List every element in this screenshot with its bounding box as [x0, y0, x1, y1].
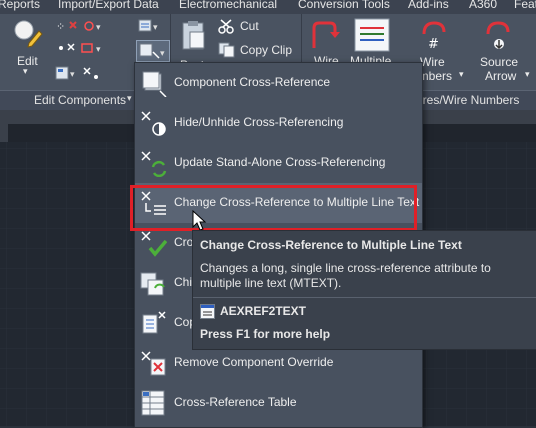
panel-label-edit-components: Edit Components	[34, 93, 127, 107]
arrow-label: Arrow	[485, 69, 517, 83]
svg-text:⁘: ⁘	[56, 20, 65, 33]
component-crossref-icon	[142, 71, 167, 97]
menu-item-label: Component Cross-Reference	[174, 75, 331, 89]
child-component-icon	[140, 272, 165, 296]
tab-reports[interactable]: Reports	[0, 0, 40, 11]
panel-expand-icon[interactable]: ▾	[127, 93, 132, 104]
wire-label-2: Wire	[420, 55, 445, 69]
tooltip-title: Change Cross-Reference to Multiple Line …	[200, 238, 462, 252]
tooltip-command-name: AEXREF2TEXT	[220, 304, 307, 318]
tooltip-description: Changes a long, single line cross-refere…	[200, 261, 491, 290]
command-icon	[200, 304, 215, 319]
menu-item-label: Remove Component Override	[174, 355, 334, 369]
menu-item-label: Chi	[174, 275, 193, 289]
move-component-icon[interactable]: ⁘ ▾	[56, 18, 104, 39]
menu-item-hide-unhide-cross-referencing[interactable]: Hide/Unhide Cross-Referencing	[135, 103, 422, 143]
tab-conversion-tools[interactable]: Conversion Tools	[298, 0, 390, 11]
source-label: Source	[480, 55, 519, 69]
highlight-box	[130, 185, 417, 231]
panel-label-wires: ires/Wire Numbers	[420, 93, 520, 107]
menu-item-label: Cro	[174, 235, 194, 249]
svg-text:▾: ▾	[153, 22, 158, 32]
cut-label[interactable]: Cut	[240, 19, 259, 33]
mouse-pointer-icon	[192, 210, 207, 231]
ribbon-tab-bar: Reports Import/Export Data Electromechan…	[0, 0, 536, 14]
copy-clip-label[interactable]: Copy Clip	[240, 43, 292, 57]
menu-item-cross-reference-table[interactable]: Cross-Reference Table	[135, 383, 422, 423]
wire-icon[interactable]	[310, 20, 340, 57]
wire-numbers-icon[interactable]: #	[420, 20, 450, 57]
svg-text:#: #	[428, 37, 439, 52]
tab-electromechanical[interactable]: Electromechanical	[179, 0, 277, 11]
copy-component-icon[interactable]: ▾	[56, 40, 104, 61]
cross-reference-dropdown-button[interactable]: ▾	[136, 40, 170, 62]
remove-override-icon	[141, 351, 166, 376]
svg-text:▾: ▾	[96, 22, 101, 32]
tooltip-divider	[193, 297, 536, 298]
svg-text:▾: ▾	[96, 44, 101, 54]
align-icon[interactable]: ▾	[54, 64, 106, 87]
tab-feature[interactable]: Feat	[514, 0, 536, 11]
update-standalone-icon	[141, 151, 167, 177]
svg-text:▾: ▾	[70, 69, 75, 79]
check-crossref-icon	[141, 231, 167, 257]
menu-item-update-stand-alone[interactable]: Update Stand-Alone Cross-Referencing	[135, 143, 422, 183]
chevron-down-icon[interactable]: ▾	[459, 69, 464, 80]
menu-item-component-cross-reference[interactable]: Component Cross-Reference	[135, 63, 422, 103]
multiple-wires-icon[interactable]	[354, 18, 390, 57]
tab-add-ins[interactable]: Add-ins	[408, 0, 449, 11]
svg-text:▾: ▾	[160, 48, 165, 58]
edit-icon[interactable]	[13, 19, 43, 58]
cut-icon[interactable]	[218, 19, 236, 40]
scoot-icon[interactable]: ▾	[138, 18, 160, 39]
tab-a360[interactable]: A360	[469, 0, 497, 11]
command-tooltip: Change Cross-Reference to Multiple Line …	[192, 230, 536, 350]
menu-item-label: Hide/Unhide Cross-Referencing	[174, 115, 344, 129]
menu-item-label: Cross-Reference Table	[174, 395, 297, 409]
menu-item-label: Update Stand-Alone Cross-Referencing	[174, 155, 386, 169]
crossref-table-icon	[141, 390, 165, 416]
source-arrow-icon[interactable]	[484, 20, 514, 57]
copy-clip-icon[interactable]	[218, 42, 236, 63]
tooltip-help-hint: Press F1 for more help	[200, 327, 331, 341]
chevron-down-icon[interactable]: ▾	[23, 66, 28, 77]
chevron-down-icon[interactable]: ▾	[525, 69, 530, 80]
tab-import-export-data[interactable]: Import/Export Data	[58, 0, 159, 11]
copy-catalog-icon	[142, 311, 166, 334]
hide-unhide-icon	[141, 111, 166, 136]
